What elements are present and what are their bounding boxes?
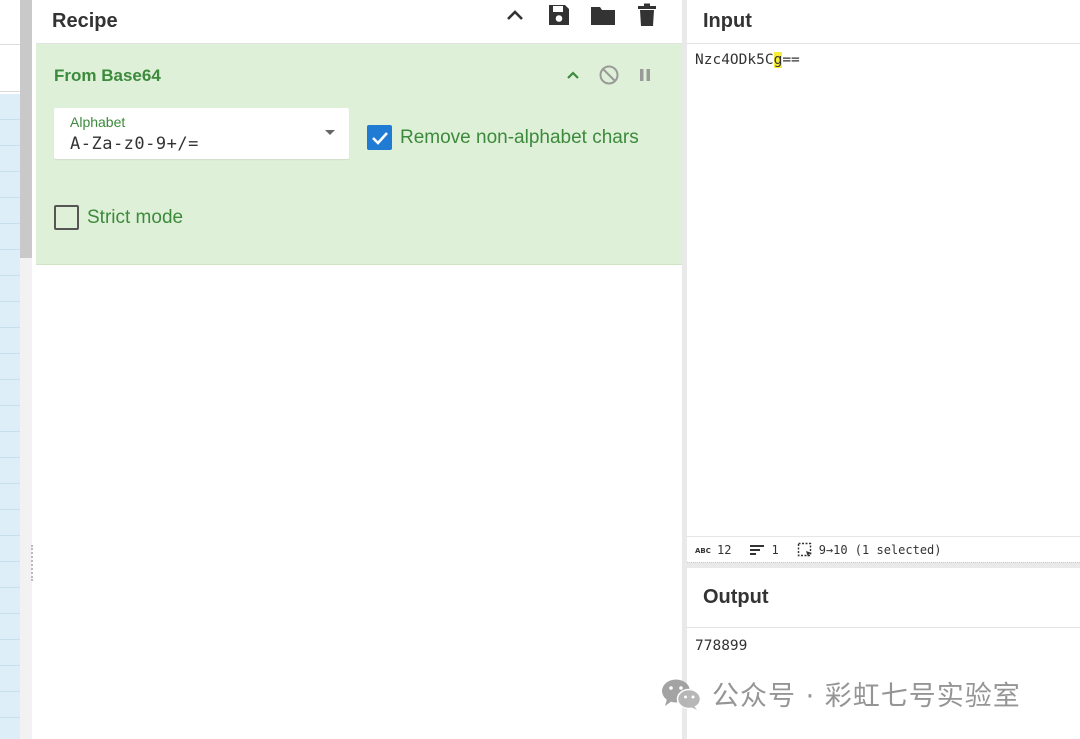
operation-controls	[560, 62, 658, 88]
operation-from-base64: From Base64 Alphabet A-Za-z0-9+/= Remove…	[36, 44, 682, 265]
abc-icon: ABC	[695, 547, 711, 555]
recipe-title: Recipe	[52, 10, 118, 32]
recipe-panel: Recipe From Base64 Alphabet A-Za-z0-9+/=…	[36, 0, 682, 739]
alphabet-value: A-Za-z0-9+/=	[70, 134, 199, 154]
disable-icon[interactable]	[596, 62, 622, 88]
length-value: 12	[717, 542, 732, 557]
pause-icon[interactable]	[632, 62, 658, 88]
remove-non-alphabet-label: Remove non-alphabet chars	[400, 126, 639, 148]
operations-search-area	[0, 0, 20, 92]
operations-scrollbar[interactable]	[20, 0, 32, 739]
input-panel: Input Nzc4ODk5Cg== ABC 12 1 9→10 (1 sele…	[687, 0, 1080, 565]
input-textarea[interactable]: Nzc4ODk5Cg==	[695, 52, 800, 68]
caret-down-icon	[325, 130, 335, 135]
lines-icon	[750, 544, 765, 555]
watermark: 公众号 · 彩虹七号实验室	[660, 674, 1021, 713]
output-title: Output	[703, 586, 769, 608]
selection-status: 9→10 (1 selected)	[797, 542, 942, 558]
strict-mode-checkbox[interactable]: Strict mode	[54, 205, 183, 230]
strict-mode-label: Strict mode	[87, 206, 184, 228]
remove-non-alphabet-checkbox[interactable]: Remove non-alphabet chars	[367, 125, 639, 150]
chevron-up-icon[interactable]	[500, 0, 530, 30]
input-title: Input	[703, 10, 752, 32]
selection-icon	[797, 542, 812, 557]
save-icon[interactable]	[544, 0, 574, 30]
output-text[interactable]: 778899	[695, 638, 747, 654]
output-header: Output	[687, 568, 1080, 628]
folder-icon[interactable]	[588, 0, 618, 30]
alphabet-select[interactable]: Alphabet A-Za-z0-9+/=	[54, 108, 349, 159]
trash-icon[interactable]	[632, 0, 662, 30]
chevron-up-icon[interactable]	[560, 62, 586, 88]
operations-list	[0, 94, 20, 739]
alphabet-label: Alphabet	[70, 114, 126, 130]
input-text-after: ==	[782, 52, 800, 68]
wechat-icon	[662, 679, 702, 710]
input-status-bar: ABC 12 1 9→10 (1 selected)	[687, 536, 1080, 562]
input-text-selected: g	[773, 52, 783, 68]
watermark-text: 公众号 · 彩虹七号实验室	[712, 681, 1021, 712]
svg-text:ABC: ABC	[695, 547, 711, 555]
selection-value: 9→10 (1 selected)	[818, 542, 942, 557]
checkbox-unchecked-icon[interactable]	[54, 205, 79, 230]
lines-status: 1	[749, 542, 779, 557]
lines-value: 1	[771, 542, 779, 557]
length-status: ABC 12	[695, 543, 731, 557]
scrollbar-thumb[interactable]	[20, 0, 32, 258]
output-panel: Output 778899	[687, 568, 1080, 739]
input-header: Input	[687, 0, 1080, 44]
resize-handle[interactable]	[31, 545, 34, 581]
checkbox-checked-icon[interactable]	[367, 125, 392, 150]
input-text-before: Nzc4ODk5C	[695, 52, 774, 68]
recipe-actions	[500, 0, 662, 30]
operations-panel-edge	[0, 0, 34, 739]
operation-title: From Base64	[54, 66, 161, 85]
